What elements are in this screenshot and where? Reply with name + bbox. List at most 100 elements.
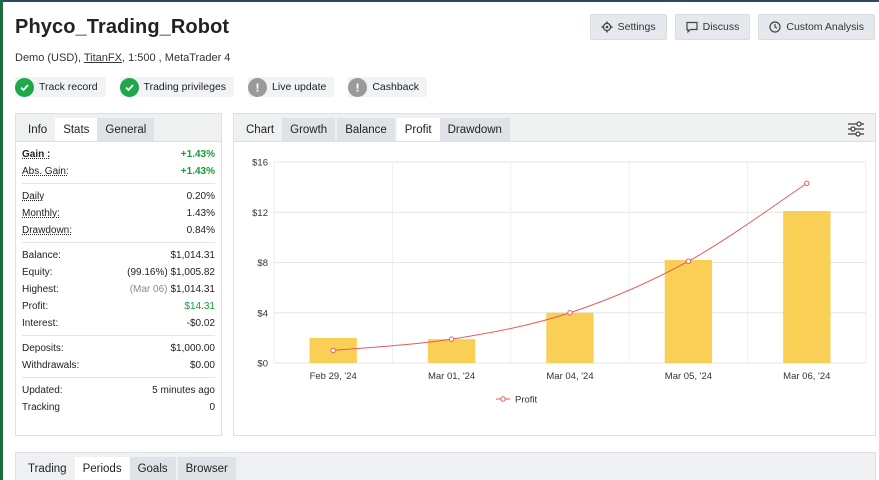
- account-subtitle: Demo (USD), TitanFX, 1:500 , MetaTrader …: [15, 52, 230, 64]
- stat-value: 0.84%: [186, 225, 215, 236]
- equity-percent: (99.16%): [127, 267, 168, 278]
- stat-value: $1,014.31: [170, 284, 216, 295]
- filter-sliders-icon[interactable]: [847, 121, 865, 137]
- y-tick-label: $0: [257, 359, 268, 370]
- tab-info[interactable]: Info: [20, 118, 55, 141]
- stat-value: $1,000.00: [170, 343, 216, 354]
- live-update-label: Live update: [272, 81, 327, 93]
- chart-tabs: Chart Growth Balance Profit Drawdown: [234, 114, 875, 142]
- bar: [664, 259, 713, 363]
- stat-drawdown: Drawdown: 0.84%: [22, 222, 215, 239]
- stat-label: Highest:: [22, 284, 59, 295]
- stat-label: Balance:: [22, 250, 61, 261]
- tab-periods[interactable]: Periods: [74, 457, 130, 480]
- check-icon: [15, 77, 34, 97]
- y-tick-label: $12: [252, 208, 268, 219]
- stat-value: 5 minutes ago: [152, 385, 215, 396]
- stat-value: -$0.02: [186, 318, 215, 329]
- tab-stats[interactable]: Stats: [55, 118, 98, 141]
- stat-label: Withdrawals:: [22, 360, 80, 371]
- stat-gain: Gain : +1.43%: [22, 146, 215, 163]
- cashback-label: Cashback: [372, 81, 420, 93]
- header: Phyco_Trading_Robot: [15, 16, 229, 39]
- stat-label[interactable]: Daily: [22, 191, 44, 202]
- stat-value: $0.00: [189, 360, 215, 371]
- top-edge: [0, 0, 879, 2]
- page-title: Phyco_Trading_Robot: [15, 16, 230, 38]
- exclamation-icon: [348, 77, 368, 97]
- stat-value: $14.31: [184, 301, 215, 312]
- clock-icon: [769, 21, 781, 33]
- trading-privileges-badge[interactable]: Trading privileges: [119, 77, 235, 97]
- profit-point: [330, 347, 336, 354]
- tab-browser[interactable]: Browser: [177, 457, 236, 480]
- track-record-label: Track record: [39, 81, 98, 93]
- divider: [22, 335, 215, 336]
- stat-label[interactable]: Monthly:: [22, 208, 60, 219]
- stat-label: Equity:: [22, 267, 53, 278]
- tab-profit[interactable]: Profit: [396, 118, 440, 141]
- track-record-badge[interactable]: Track record: [15, 77, 106, 97]
- stat-value: +1.43%: [180, 166, 215, 177]
- stat-value: 0.20%: [186, 191, 215, 202]
- x-tick-label: Mar 05, '24: [665, 371, 712, 382]
- x-tick-label: Mar 06, '24: [783, 371, 830, 382]
- check-icon: [119, 77, 139, 97]
- stat-label: Interest:: [22, 318, 59, 329]
- discuss-button[interactable]: Discuss: [674, 14, 751, 40]
- stat-label[interactable]: Drawdown:: [22, 225, 72, 236]
- legend-label: Profit: [515, 395, 538, 406]
- chart-panel: Chart Growth Balance Profit Drawdown $0 $…: [233, 113, 876, 436]
- discuss-label: Discuss: [702, 21, 740, 33]
- left-edge: [0, 0, 3, 480]
- stat-label: Deposits:: [22, 343, 64, 354]
- tab-trading[interactable]: Trading: [20, 457, 75, 480]
- stat-label[interactable]: Abs. Gain:: [22, 166, 69, 177]
- x-tick-label: Feb 29, '24: [310, 371, 357, 382]
- legend-marker: [500, 396, 506, 402]
- divider: [22, 183, 215, 184]
- stat-value: $1,014.31: [170, 250, 216, 261]
- stat-monthly: Monthly: 1.43%: [22, 205, 215, 222]
- top-buttons: Settings Discuss Custom Analysis: [589, 14, 875, 40]
- tab-drawdown[interactable]: Drawdown: [439, 118, 510, 141]
- stats-panel: Info Stats General Gain : +1.43% Abs. Gai…: [15, 113, 222, 436]
- tab-chart[interactable]: Chart: [238, 118, 282, 141]
- stat-withdrawals: Withdrawals: $0.00: [22, 357, 215, 374]
- stat-balance: Balance: $1,014.31: [22, 247, 215, 264]
- stat-abs-gain: Abs. Gain: +1.43%: [22, 163, 215, 180]
- custom-analysis-label: Custom Analysis: [786, 21, 864, 33]
- bar: [427, 339, 476, 363]
- stat-tracking: Tracking 0: [22, 399, 215, 416]
- divider: [22, 377, 215, 378]
- y-tick-label: $16: [252, 158, 268, 169]
- stat-updated: Updated: 5 minutes ago: [22, 382, 215, 399]
- tab-growth[interactable]: Growth: [282, 118, 336, 141]
- live-update-badge[interactable]: Live update: [248, 77, 335, 97]
- stat-value: 1.43%: [186, 208, 215, 219]
- profit-point: [448, 336, 455, 342]
- verification-badges: Track record Trading privileges Live upd…: [15, 77, 428, 97]
- divider: [22, 242, 215, 243]
- tab-goals[interactable]: Goals: [129, 457, 176, 480]
- profit-point: [804, 180, 810, 187]
- stat-label[interactable]: Gain :: [22, 149, 50, 160]
- stat-label: Profit:: [22, 301, 49, 312]
- broker-link[interactable]: TitanFX: [84, 52, 122, 64]
- bottom-tabs: Trading Periods Goals Browser: [15, 452, 876, 480]
- tab-general[interactable]: General: [97, 118, 155, 141]
- stat-value: $1,005.82: [170, 267, 216, 278]
- exclamation-icon: [248, 77, 268, 97]
- settings-button[interactable]: Settings: [589, 14, 667, 40]
- x-tick-label: Mar 04, '24: [546, 371, 593, 382]
- stat-label: Updated:: [22, 385, 63, 396]
- profit-point: [567, 310, 573, 316]
- bar: [546, 312, 594, 363]
- stat-daily: Daily 0.20%: [22, 188, 215, 205]
- account-details: , 1:500 , MetaTrader 4: [121, 52, 231, 64]
- trading-privileges-label: Trading privileges: [143, 81, 227, 93]
- custom-analysis-button[interactable]: Custom Analysis: [758, 14, 875, 40]
- cashback-badge[interactable]: Cashback: [348, 77, 428, 97]
- tab-balance[interactable]: Balance: [337, 118, 395, 141]
- stat-deposits: Deposits: $1,000.00: [22, 340, 215, 357]
